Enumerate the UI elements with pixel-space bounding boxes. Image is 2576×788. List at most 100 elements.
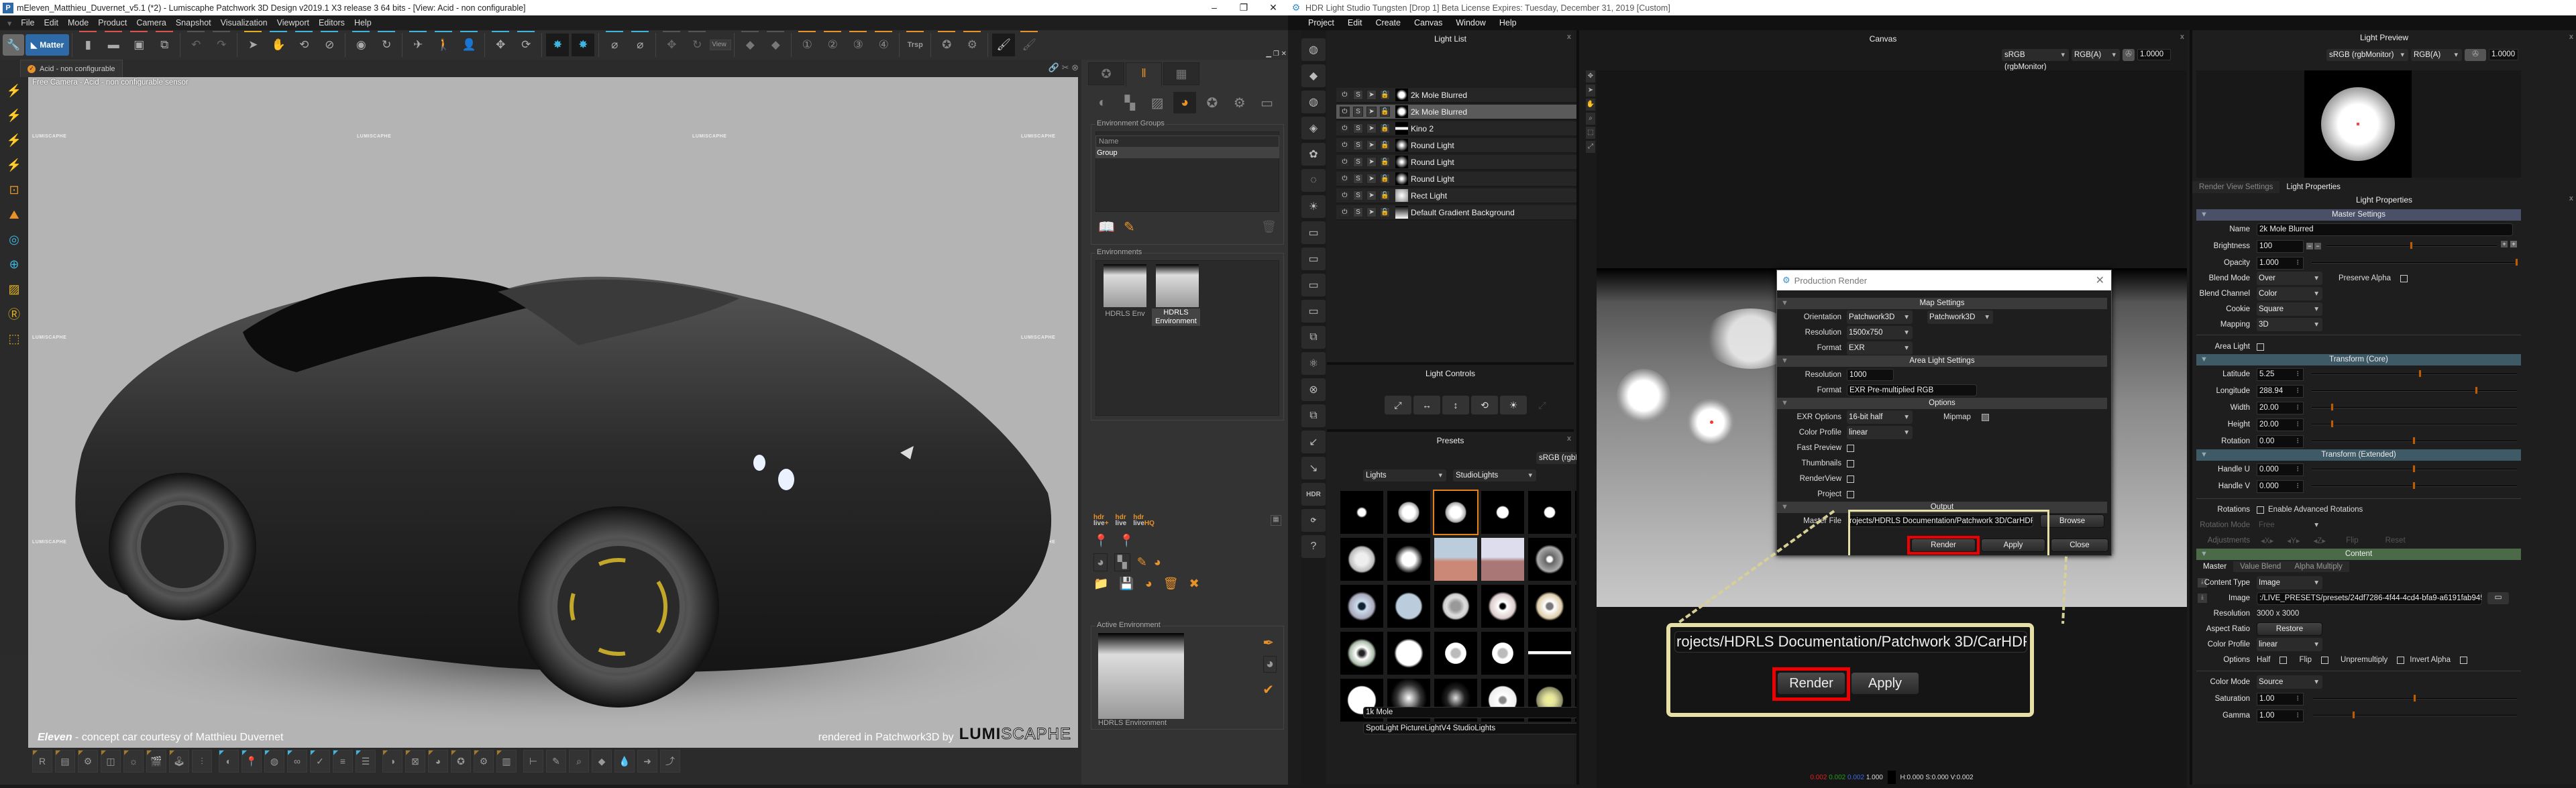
globe-tool-icon[interactable]: ◍ — [264, 750, 284, 773]
invert-alpha-checkbox[interactable] — [2460, 656, 2468, 664]
slider-knob[interactable] — [2413, 694, 2416, 702]
content-header[interactable]: Content — [2196, 549, 2521, 560]
light-spot[interactable] — [1617, 369, 1670, 423]
star-icon[interactable]: ✪ — [451, 750, 471, 773]
hdr-live-icon[interactable]: hdr live — [1116, 514, 1127, 527]
power-toggle-icon[interactable]: ⏻ — [1340, 123, 1350, 133]
camera-4-icon[interactable]: ④ — [872, 31, 895, 56]
menu-viewport[interactable]: Viewport — [272, 18, 314, 27]
render-region-icon[interactable]: ⬚ — [2, 327, 26, 350]
undo-arrow-icon[interactable]: ↙ — [1301, 431, 1326, 453]
group-lights-icon[interactable]: ⧉ — [1301, 326, 1326, 349]
menu-edit[interactable]: Edit — [1341, 18, 1369, 27]
saturation-field[interactable]: 1.00 — [2257, 692, 2304, 706]
add-sun-light-icon[interactable]: ☀ — [1301, 195, 1326, 218]
film-icon[interactable]: ▥ — [496, 750, 517, 773]
preview-exposure-icon[interactable]: ✇ — [2465, 49, 2486, 61]
active-environment-thumb[interactable] — [1098, 633, 1184, 719]
lens-icon[interactable]: ◑ — [382, 750, 402, 773]
focus-window-icon[interactable]: ⊡ — [2, 178, 26, 201]
brightness-increase-large-icon[interactable]: + — [2510, 241, 2517, 247]
brightness-field[interactable]: 100 — [2257, 239, 2304, 253]
preserve-alpha-checkbox[interactable] — [2400, 274, 2408, 282]
film-type-icon[interactable]: ▭ — [1255, 92, 1279, 113]
preset-thumbnail[interactable] — [1481, 585, 1524, 628]
tab-render-view-settings[interactable]: Render View Settings — [2192, 181, 2280, 193]
close-icon[interactable]: x — [2180, 33, 2184, 41]
target-arrow-icon[interactable]: ➜ — [637, 750, 657, 773]
thumbnails-checkbox[interactable] — [1847, 459, 1854, 467]
environment-thumb-selected[interactable] — [1156, 264, 1199, 307]
brush-list-icon[interactable]: ≡ — [333, 750, 353, 773]
height-slider[interactable] — [2312, 420, 2517, 428]
hdr-background-icon[interactable]: ▭ — [1301, 247, 1326, 270]
add-dashed-light-icon[interactable]: ◌ — [1301, 169, 1326, 192]
lock-icon[interactable]: 🔓 — [1380, 207, 1390, 217]
solo-icon[interactable]: S — [1353, 190, 1363, 201]
height-icon[interactable]: ↕ — [1442, 396, 1469, 414]
area-light-checkbox[interactable] — [2257, 343, 2264, 351]
globe-delete-icon[interactable]: ✖ — [1189, 577, 1199, 591]
camera-2-icon[interactable]: ② — [821, 31, 844, 56]
drop-icon[interactable]: 💧 — [614, 750, 635, 773]
preset-thumbnail[interactable] — [1387, 491, 1430, 534]
preset-thumbnail[interactable] — [1434, 538, 1477, 581]
browse-folder-icon[interactable]: ▭ — [2487, 592, 2509, 604]
new-file-icon[interactable]: ▮ — [76, 31, 99, 56]
brightness-icon[interactable]: ☀ — [1500, 396, 1527, 414]
blend-channel-dropdown[interactable]: Color — [2257, 287, 2322, 300]
camera-1-icon[interactable]: ① — [796, 31, 818, 56]
menu-file[interactable]: File — [16, 18, 39, 27]
pan-hand-icon[interactable]: ✋ — [267, 31, 290, 56]
location-refresh-icon[interactable]: 📍 — [1119, 534, 1134, 548]
width-slider[interactable] — [2312, 403, 2517, 411]
canvas-move-icon[interactable]: ✥ — [1586, 70, 1595, 82]
power-toggle-icon[interactable]: ⏻ — [1340, 157, 1350, 167]
presets-category-dropdown[interactable]: Lights — [1363, 469, 1446, 482]
tab-favorites[interactable]: ✪ — [1088, 62, 1124, 85]
restore-button[interactable]: Restore — [2257, 622, 2322, 636]
width-icon[interactable]: ↔ — [1413, 396, 1440, 414]
preset-thumbnail[interactable] — [1340, 491, 1383, 534]
options-header[interactable]: Options — [1777, 398, 2107, 409]
list-icon[interactable]: ☰ — [356, 750, 376, 773]
close-icon[interactable]: x — [1567, 435, 1571, 443]
select-pointer-icon[interactable]: ➤ — [1366, 190, 1377, 201]
power-lightning-icon[interactable]: ⚡ — [2, 79, 26, 102]
rotation-slider[interactable] — [2312, 437, 2517, 445]
power-toggle-icon[interactable]: ⏻ — [1340, 174, 1350, 184]
cookie-dropdown[interactable]: Square — [2257, 302, 2322, 316]
brightness-increase-icon[interactable]: + — [2501, 241, 2508, 247]
menu-help[interactable]: Help — [350, 18, 376, 27]
delete-trash-icon[interactable]: 🗑 — [1261, 220, 1277, 234]
select-pointer-icon[interactable]: ➤ — [1366, 123, 1377, 133]
area-resolution-spinbox[interactable]: 1000 — [1847, 369, 1894, 381]
content-type-dropdown[interactable]: Image — [2257, 576, 2322, 589]
translate-icon[interactable]: ✥ — [660, 31, 683, 56]
power-toggle-icon[interactable]: ⏻ — [1340, 140, 1350, 150]
canvas-colorspace-dropdown[interactable]: sRGB (rgbMonitor) — [2002, 49, 2069, 71]
handle-u-slider[interactable] — [2312, 465, 2517, 473]
latitude-field[interactable]: 5.25 — [2257, 368, 2304, 381]
preset-thumbnail[interactable] — [1528, 538, 1571, 581]
maximize-button[interactable]: ❐ — [1229, 0, 1258, 15]
dialog-close-icon[interactable]: ✕ — [2096, 274, 2104, 287]
slider-knob[interactable] — [2515, 258, 2518, 266]
eraser-icon[interactable]: ✎ — [1137, 555, 1147, 569]
transform-core-header[interactable]: Transform (Core) — [2196, 354, 2521, 365]
master-settings-header[interactable]: Master Settings — [2196, 209, 2521, 221]
lock-icon[interactable]: 🔓 — [1380, 90, 1390, 100]
minimize-button[interactable]: – — [1199, 0, 1229, 15]
joystick-icon[interactable]: 🕹 — [169, 750, 189, 773]
settings-doc-icon[interactable]: ⚙ — [78, 750, 98, 773]
preset-thumbnail[interactable] — [1481, 538, 1524, 581]
color-profile-dropdown[interactable]: linear — [1847, 426, 1913, 439]
preset-thumbnail[interactable] — [1433, 490, 1479, 535]
lock-icon[interactable]: 🔓 — [1380, 140, 1390, 150]
power-toggle-icon[interactable]: ⏻ — [1340, 107, 1350, 117]
checker-type-icon[interactable]: ▚ — [1118, 92, 1142, 113]
redo-icon[interactable]: ↷ — [210, 31, 233, 56]
save-disk-icon[interactable]: 💾 — [1119, 577, 1134, 591]
preset-thumbnail[interactable] — [1481, 491, 1524, 534]
atom-icon[interactable]: ⚛ — [1301, 352, 1326, 375]
